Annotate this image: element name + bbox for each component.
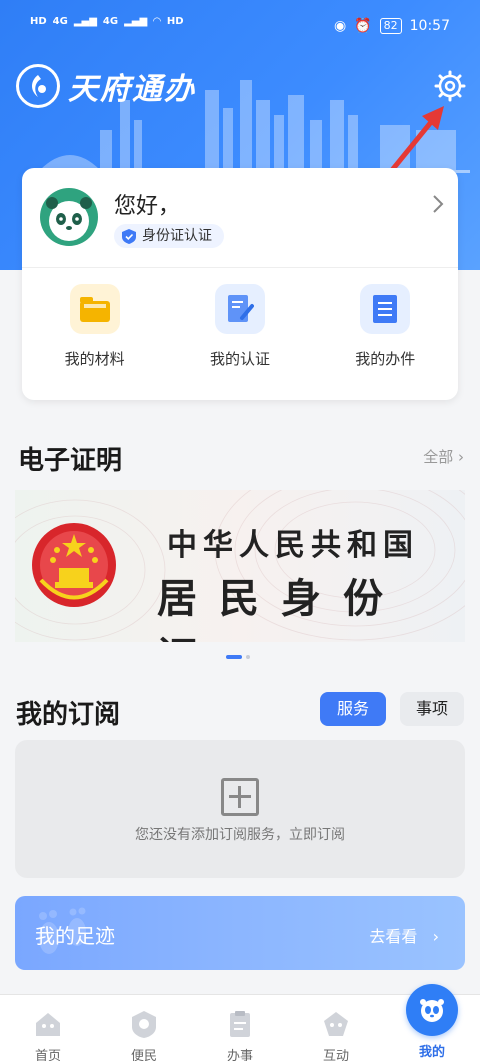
id-verification-badge[interactable]: 身份证认证 [114,224,224,248]
id-card-country-text: 中华人民共和国 [167,528,419,563]
subscription-empty-hint[interactable]: 您还没有添加订阅服务，立即订阅 [15,824,465,844]
clock: 10:57 [409,18,450,34]
my-cases-label: 我的办件 [355,350,416,368]
footprint-view-label: 去看看 [369,927,418,946]
signal-icon: ▂▄▆ [73,16,97,27]
nav-home[interactable]: 首页 [0,995,96,1061]
alarm-icon: ⏰ [354,18,372,34]
tab-items[interactable]: 事项 [400,692,464,726]
chevron-right-white-icon: › [422,927,439,946]
chevron-right-icon[interactable] [430,192,446,216]
signal2-icon: ▂▄▆ [124,16,148,27]
wifi-icon: ◠ [153,16,161,27]
profile-header[interactable]: 您好， 身份证认证 [22,168,458,268]
id-card-title-text: 居民身份证 [157,575,405,642]
nav-home-label: 首页 [34,1049,61,1061]
my-certification-button[interactable]: 我的认证 [180,280,300,390]
app-logo: 天府通办 [16,64,196,108]
home-icon [36,1013,60,1036]
add-subscription-icon[interactable] [221,778,259,816]
sim1-label: HD [30,16,47,27]
eye-icon: ◉ [333,18,347,34]
service-badge-icon [132,1011,156,1038]
id-card-banner[interactable]: 中华人民共和国 居民身份证 [15,490,465,642]
panda-avatar-icon [46,197,92,241]
view-all-link[interactable]: 全部 › [423,446,464,467]
footprint-view-link[interactable]: 去看看 › [369,923,439,947]
ecert-section-title: 电子证明 [18,446,123,476]
nav-mine-active-icon[interactable] [406,984,458,1036]
folder-icon [69,284,120,334]
carousel-dot-active [226,655,242,659]
nav-interaction[interactable]: 互动 [288,995,384,1061]
subscription-section-title: 我的订阅 [16,700,121,730]
status-bar: HD 4G ▂▄▆ 4G ▂▄▆ ◠ HD ◉ ⏰ 82 10:57 [0,0,480,60]
quick-actions: 我的材料 我的认证 我的办件 [22,280,458,390]
nav-convenience-label: 便民 [130,1049,157,1061]
my-certification-label: 我的认证 [209,350,270,368]
tab-services[interactable]: 服务 [320,692,386,726]
nav-interaction-label: 互动 [322,1049,349,1061]
my-cases-button[interactable]: 我的办件 [325,280,445,390]
nav-affairs[interactable]: 办事 [192,995,288,1061]
settings-gear-icon[interactable] [434,70,466,102]
subscription-empty-state: 您还没有添加订阅服务，立即订阅 [15,740,465,878]
my-footprint-banner[interactable]: 我的足迹 去看看 › [15,896,465,970]
avatar[interactable] [40,188,98,246]
document-edit-icon [214,284,265,334]
app-name: 天府通办 [68,72,196,107]
footprint-title: 我的足迹 [35,924,115,948]
my-materials-button[interactable]: 我的材料 [35,280,155,390]
id-badge-label: 身份证认证 [142,228,212,244]
battery-indicator: 82 [379,18,402,34]
list-document-icon [360,284,411,334]
greeting-text: 您好， [114,194,181,219]
nav-mine-label: 我的 [418,1045,445,1060]
network1-label: 4G [52,16,68,27]
carousel-dot [246,655,250,659]
nav-affairs-label: 办事 [226,1049,253,1061]
chevron-right-small-icon: › [458,448,464,466]
sim2-label: HD [166,16,184,27]
logo-icon [16,64,60,108]
network2-label: 4G [102,16,119,27]
nav-convenience[interactable]: 便民 [96,995,192,1061]
status-signals: HD 4G ▂▄▆ 4G ▂▄▆ ◠ HD [30,16,184,27]
view-all-label: 全部 [423,448,454,466]
my-materials-label: 我的材料 [64,350,125,368]
clipboard-icon [230,1011,250,1037]
national-emblem-icon [32,523,116,607]
status-right: ◉ ⏰ 82 10:57 [334,18,450,34]
shield-check-icon [122,229,136,244]
profile-card: 您好， 身份证认证 我的材料 我的认证 我的办件 [22,168,458,400]
panda-face-icon [420,999,444,1022]
chat-bubble-icon [324,1012,348,1036]
carousel-indicator [226,655,250,659]
